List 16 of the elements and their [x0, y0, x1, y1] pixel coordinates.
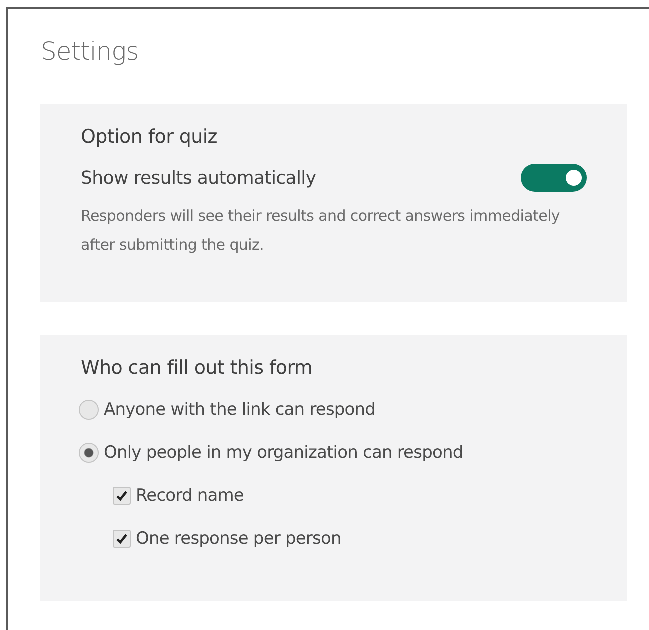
checkbox-label: One response per person [136, 529, 342, 549]
check-icon [116, 490, 128, 502]
option-label: Anyone with the link can respond [104, 400, 376, 420]
section-heading: Option for quiz [81, 126, 218, 148]
description-text: Responders will see their results and correct answers immediately after submitting the quiz. [81, 206, 562, 256]
checkbox[interactable] [113, 487, 131, 505]
section-heading: Who can fill out this form [81, 357, 314, 379]
radio-button[interactable] [79, 443, 99, 463]
toggle-label: Show results automatically [81, 168, 316, 188]
option-label: Only people in my organization can respond [104, 443, 464, 463]
checkbox[interactable] [113, 530, 131, 548]
check-icon [116, 533, 128, 545]
checkbox-label: Record name [136, 486, 244, 506]
panel-title: Settings [41, 37, 140, 66]
radio-button[interactable] [79, 400, 99, 420]
toggle-switch[interactable] [521, 164, 587, 192]
